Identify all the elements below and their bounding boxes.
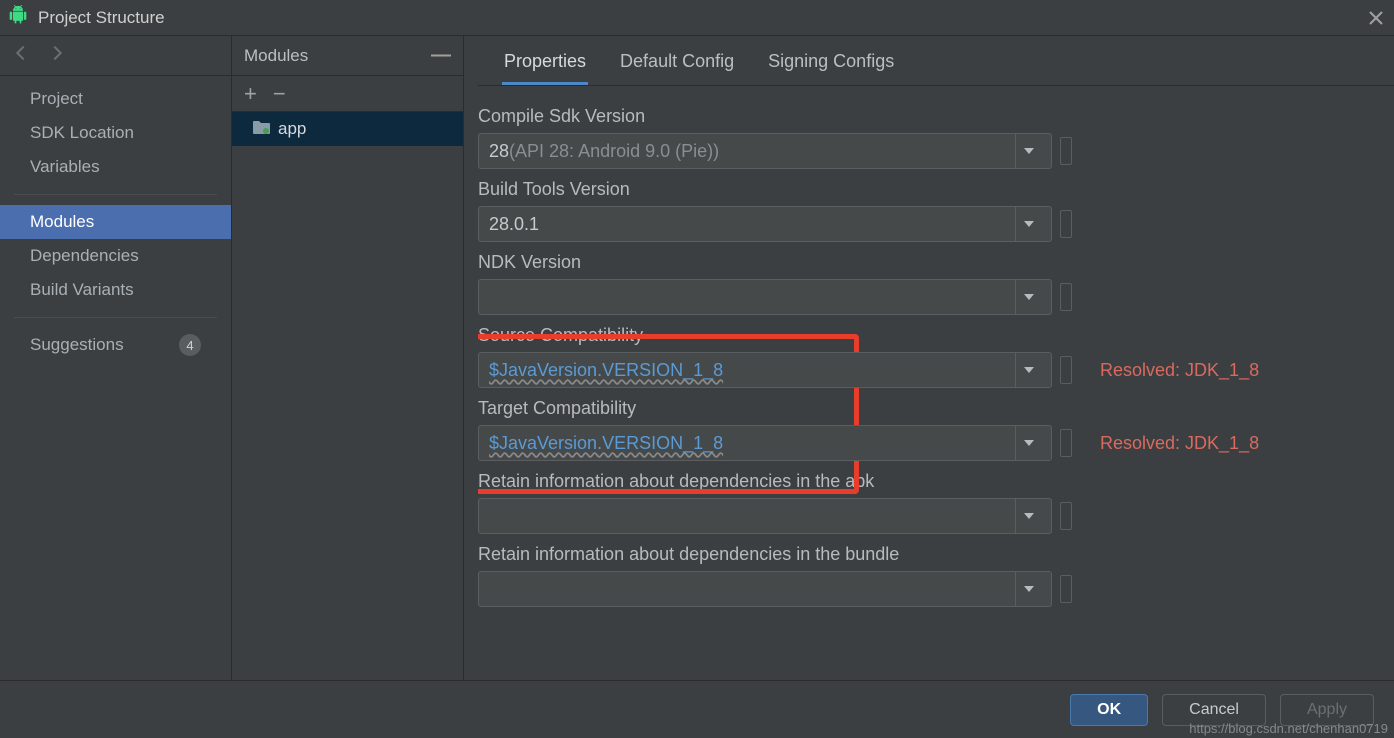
modules-title: Modules (244, 46, 308, 66)
footer: OK Cancel Apply https://blog.csdn.net/ch… (0, 680, 1394, 738)
chevron-down-icon (1015, 499, 1041, 533)
modules-toolbar: + − (232, 76, 463, 112)
field-label: Build Tools Version (478, 179, 1370, 200)
tabs: Properties Default Config Signing Config… (478, 36, 1394, 86)
button-label: Cancel (1189, 701, 1239, 719)
field-label: Retain information about dependencies in… (478, 544, 1370, 565)
forward-icon[interactable] (46, 42, 68, 69)
combo-value: 28.0.1 (489, 214, 539, 235)
chevron-down-icon (1015, 426, 1041, 460)
build-tools-combo[interactable]: 28.0.1 (478, 206, 1052, 242)
content: Properties Default Config Signing Config… (464, 36, 1394, 680)
field-target-compat: Target Compatibility $JavaVersion.VERSIO… (478, 398, 1370, 461)
watermark: https://blog.csdn.net/chenhan0719 (1189, 721, 1388, 736)
field-side-button[interactable] (1060, 429, 1072, 457)
sidebar-item-suggestions[interactable]: Suggestions 4 (0, 328, 231, 362)
field-label: Source Compatibility (478, 325, 1370, 346)
sidebar-item-build-variants[interactable]: Build Variants (0, 273, 231, 307)
dialog-window: Project Structure Project SDK Location V… (0, 0, 1394, 738)
add-module-icon[interactable]: + (244, 83, 257, 105)
chevron-down-icon (1015, 134, 1041, 168)
resolved-text: Resolved: JDK_1_8 (1100, 433, 1259, 454)
field-side-button[interactable] (1060, 356, 1072, 384)
sidebar-item-modules[interactable]: Modules (0, 205, 231, 239)
back-icon[interactable] (10, 42, 32, 69)
remove-module-icon[interactable]: − (273, 83, 286, 105)
combo-hint: (API 28: Android 9.0 (Pie)) (509, 141, 719, 162)
field-label: Target Compatibility (478, 398, 1370, 419)
sidebar-item-variables[interactable]: Variables (0, 150, 231, 184)
sidebar-label: Variables (30, 157, 100, 177)
minimize-icon[interactable]: — (431, 44, 451, 67)
field-source-compat: Source Compatibility $JavaVersion.VERSIO… (478, 325, 1370, 388)
combo-value: 28 (489, 141, 509, 162)
modules-panel: Modules — + − app (232, 36, 464, 680)
source-compat-combo[interactable]: $JavaVersion.VERSION_1_8 (478, 352, 1052, 388)
tab-default-config[interactable]: Default Config (618, 41, 736, 85)
field-label: Retain information about dependencies in… (478, 471, 1370, 492)
field-build-tools: Build Tools Version 28.0.1 (478, 179, 1370, 242)
sidebar-label: Modules (30, 212, 94, 232)
folder-icon (252, 119, 270, 139)
sidebar-label: Build Variants (30, 280, 134, 300)
button-label: Apply (1307, 701, 1347, 719)
sidebar-label: Suggestions (30, 335, 124, 355)
sidebar-label: Dependencies (30, 246, 139, 266)
retain-apk-combo[interactable] (478, 498, 1052, 534)
sidebar-item-dependencies[interactable]: Dependencies (0, 239, 231, 273)
chevron-down-icon (1015, 280, 1041, 314)
modules-list: app (232, 112, 463, 680)
dialog-body: Project SDK Location Variables Modules D… (0, 36, 1394, 680)
tab-label: Properties (504, 51, 586, 71)
compile-sdk-combo[interactable]: 28 (API 28: Android 9.0 (Pie)) (478, 133, 1052, 169)
tab-signing-configs[interactable]: Signing Configs (766, 41, 896, 85)
suggestions-badge: 4 (179, 334, 201, 356)
sidebar: Project SDK Location Variables Modules D… (0, 36, 232, 680)
chevron-down-icon (1015, 207, 1041, 241)
sidebar-item-project[interactable]: Project (0, 82, 231, 116)
tab-properties[interactable]: Properties (502, 41, 588, 85)
nav-arrows (0, 36, 231, 76)
field-side-button[interactable] (1060, 283, 1072, 311)
close-icon[interactable] (1366, 8, 1386, 28)
target-compat-combo[interactable]: $JavaVersion.VERSION_1_8 (478, 425, 1052, 461)
android-icon (8, 5, 28, 30)
module-name: app (278, 119, 306, 139)
ok-button[interactable]: OK (1070, 694, 1148, 726)
combo-value: $JavaVersion.VERSION_1_8 (489, 360, 723, 381)
button-label: OK (1097, 701, 1121, 719)
ndk-combo[interactable] (478, 279, 1052, 315)
sidebar-label: SDK Location (30, 123, 134, 143)
field-side-button[interactable] (1060, 575, 1072, 603)
field-side-button[interactable] (1060, 502, 1072, 530)
sidebar-list: Project SDK Location Variables Modules D… (0, 76, 231, 362)
retain-bundle-combo[interactable] (478, 571, 1052, 607)
modules-header: Modules — (232, 36, 463, 76)
tab-label: Default Config (620, 51, 734, 71)
field-retain-bundle: Retain information about dependencies in… (478, 544, 1370, 607)
field-label: Compile Sdk Version (478, 106, 1370, 127)
sidebar-separator (14, 317, 217, 318)
field-ndk: NDK Version (478, 252, 1370, 315)
chevron-down-icon (1015, 572, 1041, 606)
field-side-button[interactable] (1060, 137, 1072, 165)
titlebar: Project Structure (0, 0, 1394, 36)
module-item-app[interactable]: app (232, 112, 463, 146)
sidebar-separator (14, 194, 217, 195)
sidebar-label: Project (30, 89, 83, 109)
field-label: NDK Version (478, 252, 1370, 273)
field-retain-apk: Retain information about dependencies in… (478, 471, 1370, 534)
field-compile-sdk: Compile Sdk Version 28 (API 28: Android … (478, 106, 1370, 169)
resolved-text: Resolved: JDK_1_8 (1100, 360, 1259, 381)
sidebar-item-sdk-location[interactable]: SDK Location (0, 116, 231, 150)
form-area: Compile Sdk Version 28 (API 28: Android … (478, 86, 1394, 680)
combo-value: $JavaVersion.VERSION_1_8 (489, 433, 723, 454)
tab-label: Signing Configs (768, 51, 894, 71)
dialog-title: Project Structure (38, 8, 165, 28)
chevron-down-icon (1015, 353, 1041, 387)
field-side-button[interactable] (1060, 210, 1072, 238)
